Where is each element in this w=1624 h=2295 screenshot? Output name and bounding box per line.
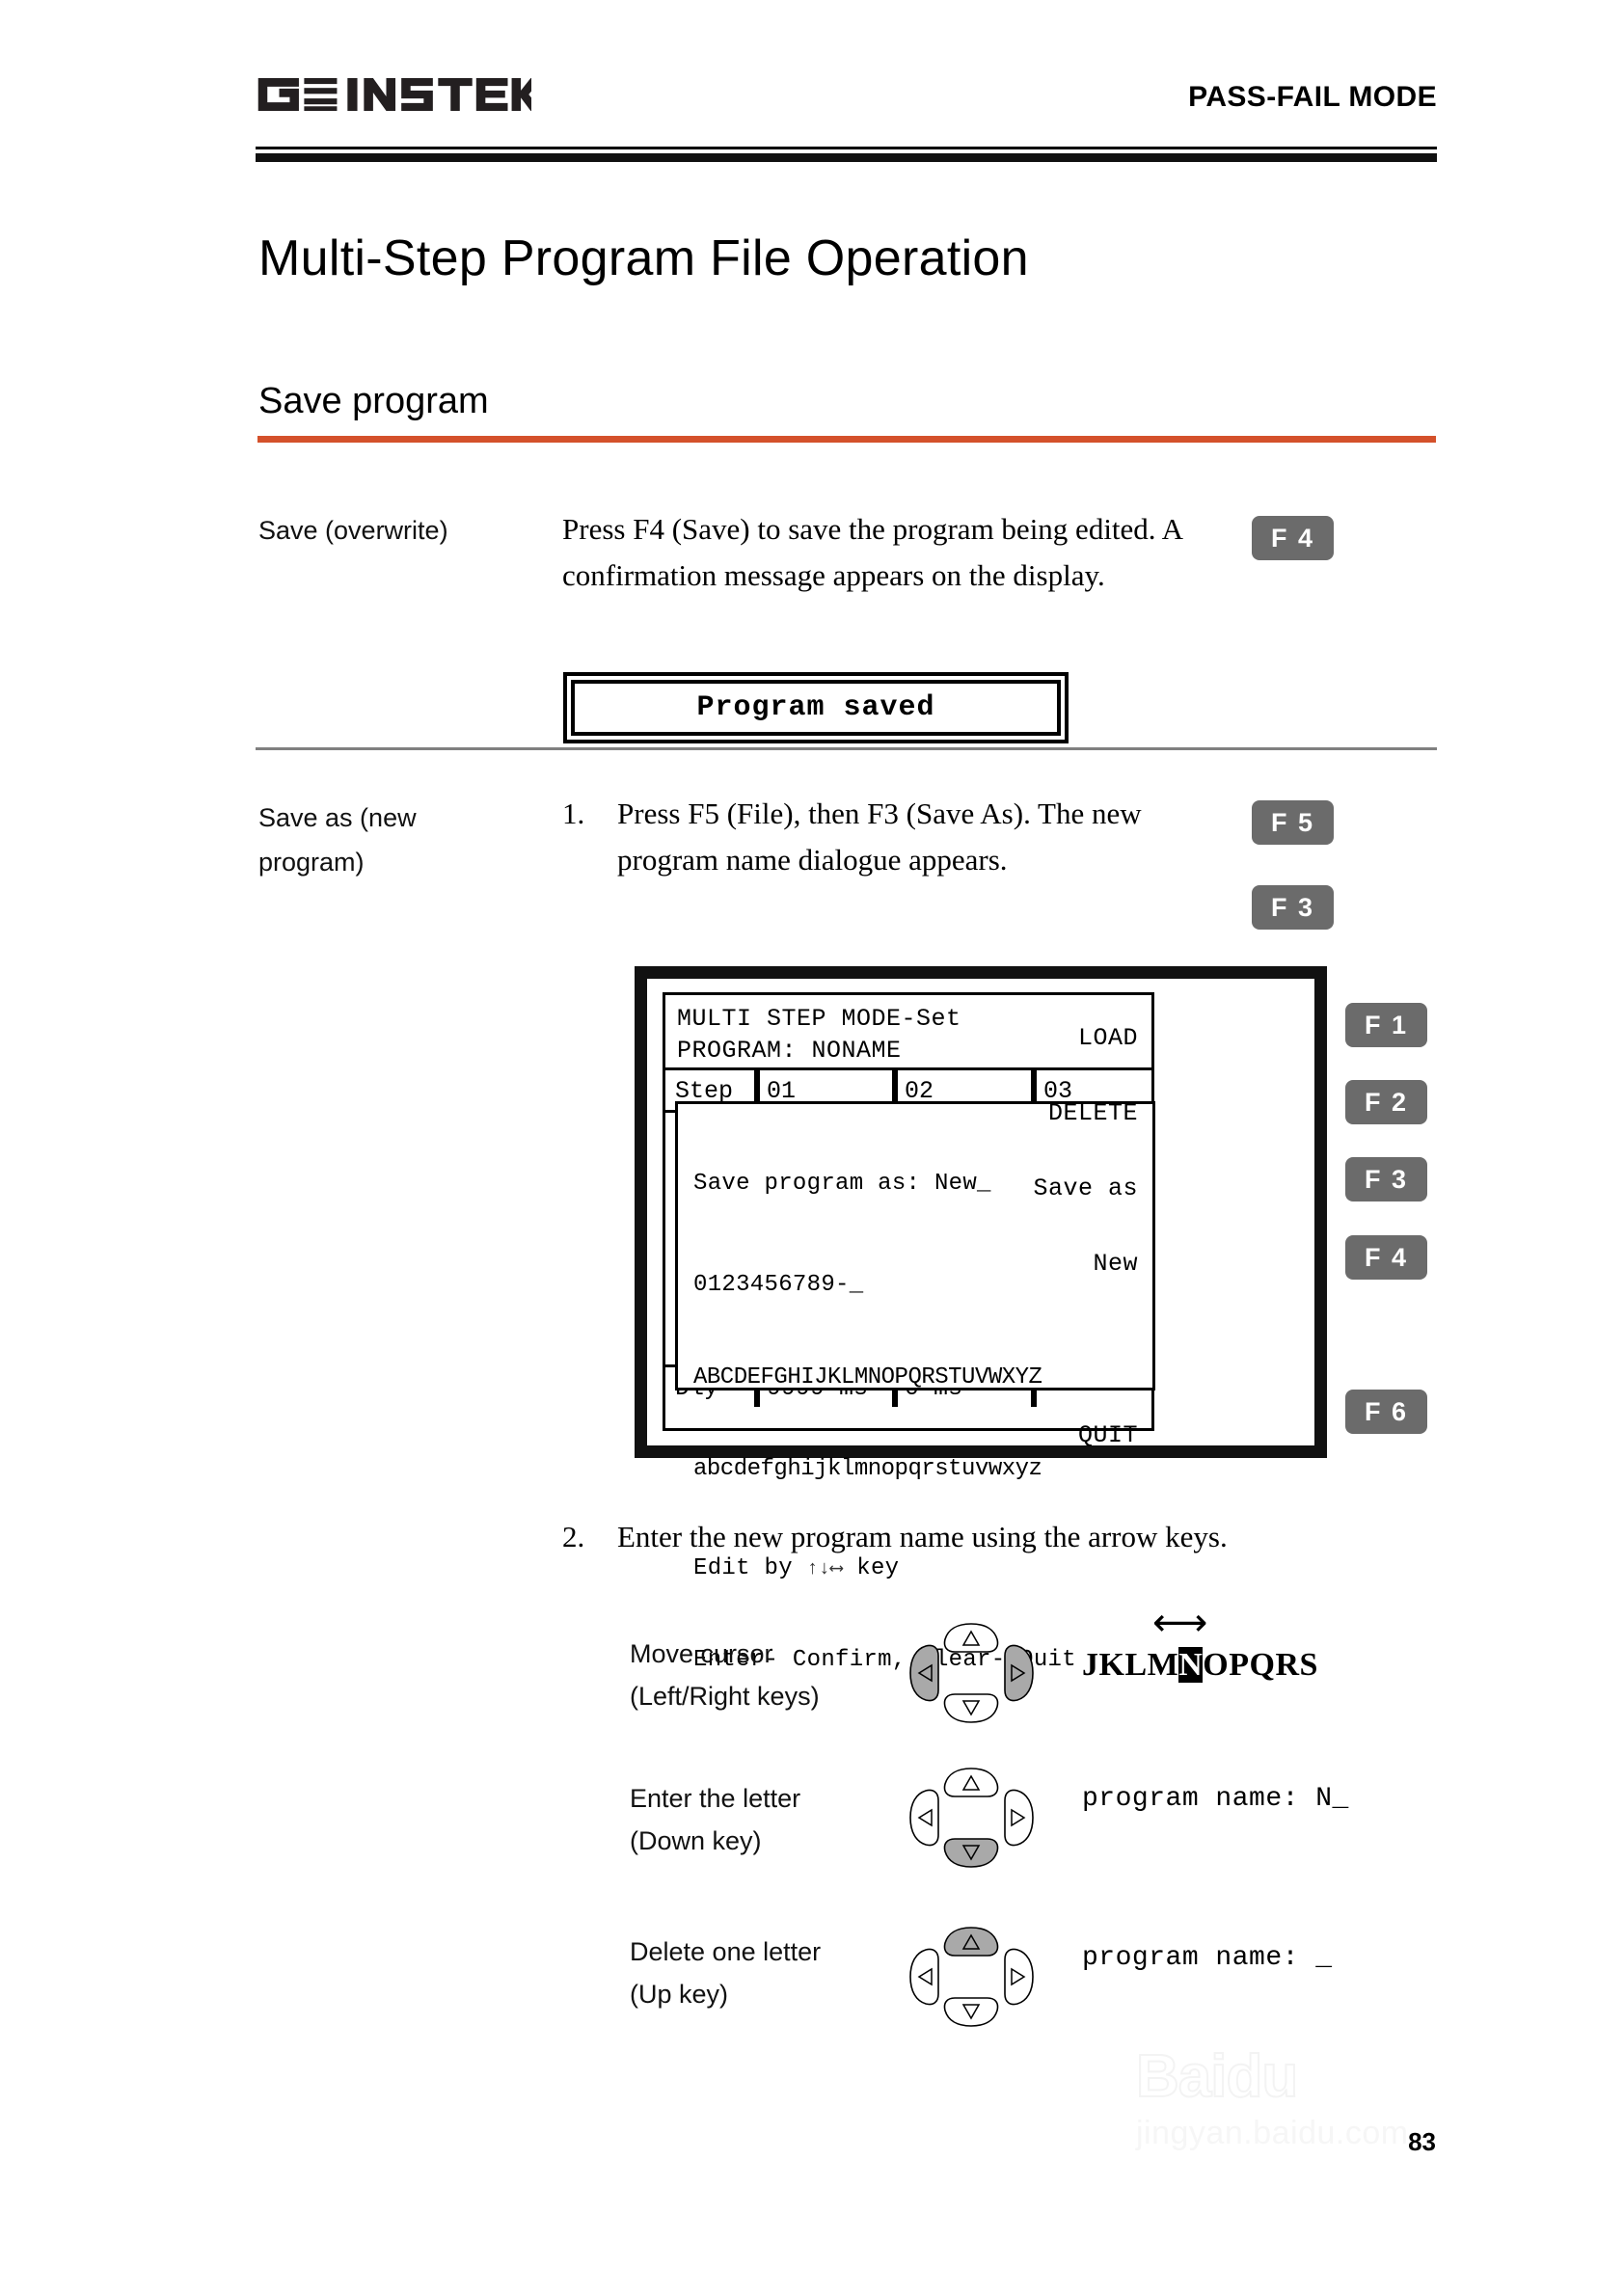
lcd-head-line2: PROGRAM: NONAME <box>677 1037 902 1065</box>
watermark-brand: Baidu <box>1135 2042 1299 2111</box>
gwinstek-logo-icon <box>256 71 531 123</box>
page-header: PASS-FAIL MODE <box>256 58 1437 145</box>
alphabet-cursor-note: JKLMNOPQRS <box>1082 1647 1318 1684</box>
program-name-note-delete: program name: _ <box>1082 1943 1333 1973</box>
softkey-new[interactable]: New <box>1093 1250 1138 1278</box>
alphabet-post: OPQRS <box>1203 1647 1318 1683</box>
watermark-url: jingyan.baidu.com <box>1136 2115 1409 2151</box>
program-saved-message-box: Program saved <box>571 680 1061 736</box>
save-overwrite-label: Save (overwrite) <box>258 516 448 545</box>
lcd-softkey-labels: LOAD DELETE Save as New QUIT <box>982 1009 1144 1452</box>
program-saved-text: Program saved <box>696 691 935 724</box>
softkey-load[interactable]: LOAD <box>1078 1024 1138 1052</box>
enter-letter-label-line2: (Down key) <box>630 1826 762 1855</box>
fkey-f5-chip[interactable]: F 5 <box>1252 800 1334 845</box>
left-right-arrow-icon: ⟷ <box>1152 1601 1208 1645</box>
fkey-f4b-chip[interactable]: F 4 <box>1345 1235 1427 1280</box>
arrow-keys-icon: ↑↓⟷ <box>806 1558 843 1580</box>
softkey-quit[interactable]: QUIT <box>1078 1421 1138 1449</box>
lcd-head-line1: MULTI STEP MODE-Set <box>677 1005 961 1033</box>
document-page: PASS-FAIL MODE Multi-Step Program File O… <box>0 0 1624 2295</box>
page-number: 83 <box>1408 2127 1436 2156</box>
save-as-label-line2: program) <box>258 848 365 877</box>
softkey-delete[interactable]: DELETE <box>1048 1099 1138 1127</box>
header-mode-title: PASS-FAIL MODE <box>1188 81 1437 113</box>
section-title-rule <box>257 436 1436 443</box>
fkey-f3b-chip[interactable]: F 3 <box>1345 1157 1427 1202</box>
lcd-screen: MULTI STEP MODE-Set PROGRAM: NONAME Step … <box>663 992 1155 1673</box>
header-rule-thick <box>256 153 1437 162</box>
fkey-f1-chip[interactable]: F 1 <box>1345 1003 1427 1047</box>
save-as-label-line1: Save as (new <box>258 803 417 832</box>
step2-body: Enter the new program name using the arr… <box>617 1520 1228 1553</box>
alphabet-highlight: N <box>1178 1647 1204 1683</box>
fkey-f3-chip[interactable]: F 3 <box>1252 885 1334 930</box>
delete-letter-label-line1: Delete one letter <box>630 1937 822 1966</box>
fkey-f2-chip[interactable]: F 2 <box>1345 1080 1427 1124</box>
alphabet-pre: JKLM <box>1082 1647 1179 1683</box>
step1-body: Press F5 (File), then F3 (Save As). The … <box>617 796 1142 877</box>
move-cursor-label-line1: Move cursor <box>630 1639 773 1668</box>
fkey-f6-chip[interactable]: F 6 <box>1345 1390 1427 1434</box>
section-title: Save program <box>258 381 489 421</box>
arrow-pad-down-icon[interactable] <box>907 1765 1037 1871</box>
enter-letter-label-line1: Enter the letter <box>630 1784 801 1813</box>
fkey-f4-chip[interactable]: F 4 <box>1252 516 1334 560</box>
dialog-lowercase-line: abcdefghijklmnopqrstuvwxyz <box>693 1456 1042 1482</box>
section-divider <box>256 747 1437 750</box>
header-rule-thin <box>256 147 1437 149</box>
save-overwrite-body: Press F4 (Save) to save the program bein… <box>562 512 1182 592</box>
softkey-save-as[interactable]: Save as <box>1033 1174 1138 1202</box>
baidu-watermark: Baidu jingyan.baidu.com <box>1135 2042 1522 2226</box>
step2-number: 2. <box>562 1520 585 1553</box>
program-name-note-enter: program name: N_ <box>1082 1784 1349 1814</box>
arrow-pad-leftright-icon[interactable] <box>907 1620 1037 1726</box>
lcd-display-panel: MULTI STEP MODE-Set PROGRAM: NONAME Step … <box>635 966 1327 1673</box>
arrow-pad-up-icon[interactable] <box>907 1924 1037 2030</box>
page-title: Multi-Step Program File Operation <box>258 230 1029 286</box>
move-cursor-label-line2: (Left/Right keys) <box>630 1682 820 1711</box>
step1-number: 1. <box>562 796 585 830</box>
delete-letter-label-line2: (Up key) <box>630 1980 729 2009</box>
